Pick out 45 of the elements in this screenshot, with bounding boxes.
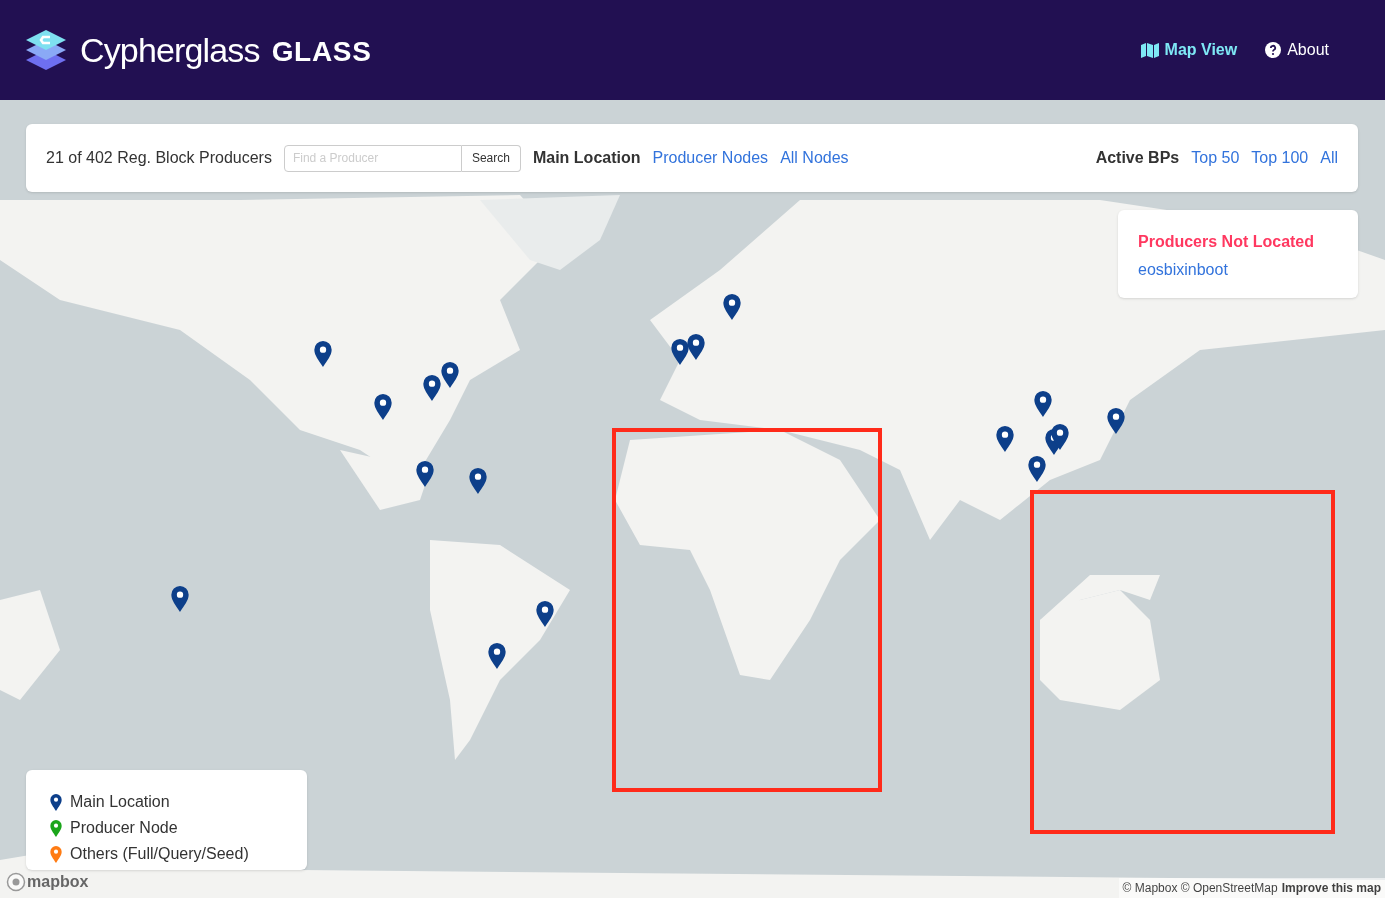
search-button[interactable]: Search bbox=[461, 144, 521, 172]
filter-link[interactable]: All Nodes bbox=[780, 146, 849, 170]
filter-link[interactable]: Producer Nodes bbox=[652, 146, 769, 170]
mapbox-logo-icon bbox=[6, 872, 26, 892]
map-pin-icon bbox=[416, 461, 434, 487]
improve-map-link[interactable]: Improve this map bbox=[1281, 879, 1381, 897]
filter-link[interactable]: Main Location bbox=[532, 146, 641, 170]
filter-link[interactable]: Top 100 bbox=[1251, 146, 1309, 170]
map-pin-icon bbox=[374, 394, 392, 420]
map-pin-icon bbox=[171, 586, 189, 612]
map-pin-icon bbox=[1028, 456, 1046, 482]
nav-link[interactable]: About bbox=[1265, 38, 1329, 62]
active-bps-label: Active BPs bbox=[1095, 148, 1180, 168]
map-pin-icon bbox=[469, 468, 487, 494]
mapbox-logo[interactable]: mapbox bbox=[27, 870, 89, 894]
map-pin-icon bbox=[671, 339, 689, 365]
filter-link[interactable]: All bbox=[1320, 146, 1338, 170]
map-pin-icon bbox=[314, 341, 332, 367]
map-pin-icon bbox=[1034, 391, 1052, 417]
legend-label: Main Location bbox=[70, 792, 170, 812]
filter-link[interactable]: Top 50 bbox=[1191, 146, 1240, 170]
map-pin-icon bbox=[536, 601, 554, 627]
map-pin-icon bbox=[50, 819, 62, 837]
map-pin-icon bbox=[687, 334, 705, 360]
map-pin-icon bbox=[50, 793, 62, 811]
logo-icon bbox=[24, 28, 68, 72]
map-icon bbox=[1140, 42, 1159, 58]
help-icon bbox=[1265, 42, 1282, 58]
map-pin-icon bbox=[488, 643, 506, 669]
nav-link[interactable]: Map View bbox=[1140, 38, 1238, 62]
map-pin-icon bbox=[723, 294, 741, 320]
map-pin-icon bbox=[1107, 408, 1125, 434]
map-pin-icon bbox=[441, 362, 459, 388]
map-pin-icon bbox=[50, 845, 62, 863]
brand-name: Cypherglass bbox=[80, 29, 260, 71]
legend-label: Producer Node bbox=[70, 818, 178, 838]
map-pin-icon bbox=[996, 426, 1014, 452]
producer-link[interactable]: eosbixinboot bbox=[1138, 258, 1338, 282]
map-pin-icon bbox=[1051, 424, 1069, 450]
producer-count: 21 of 402 Reg. Block Producers bbox=[46, 148, 272, 168]
product-name: GLASS bbox=[271, 35, 372, 69]
panel-title: Producers Not Located bbox=[1138, 232, 1316, 252]
map-pin-icon bbox=[423, 375, 441, 401]
legend-label: Others (Full/Query/Seed) bbox=[70, 844, 249, 864]
attribution-text: © Mapbox © OpenStreetMap bbox=[1122, 880, 1278, 897]
